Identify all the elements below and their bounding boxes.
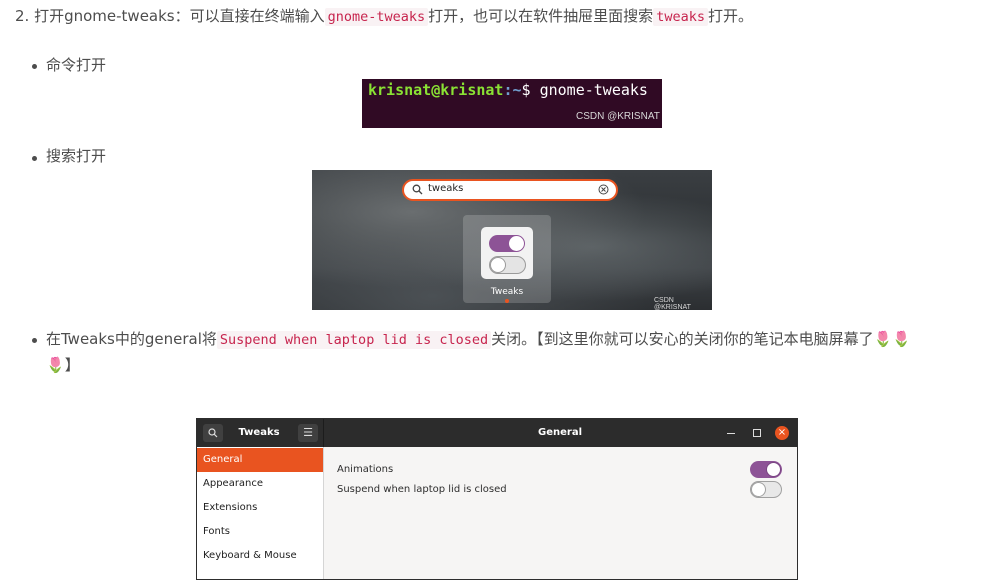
sidebar-item-fonts[interactable]: Fonts [197,520,323,544]
terminal-watermark: CSDN @KRISNAT [576,111,660,122]
search-screenshot: tweaks Tweaks CSDN @KRISNAT [312,170,712,310]
toggle-on-icon [489,235,525,252]
setting-suspend-label: Suspend when laptop lid is closed [337,484,507,495]
suspend-lid-toggle[interactable] [750,481,782,498]
sidebar: General Appearance Extensions Fonts Keyb… [197,447,324,579]
close-icon[interactable]: × [775,426,789,440]
code-tweaks: tweaks [653,8,708,26]
step2-text: 2. 打开gnome-tweaks：可以直接在终端输入 gnome-tweaks 打… [15,5,753,28]
bullet-general-cont: 🌷】 [46,354,80,376]
code-suspend: Suspend when laptop lid is closed [216,331,492,349]
tweaks-app-icon [481,227,533,279]
tweaks-app-label: Tweaks [490,287,524,297]
panel-title: General [538,427,582,438]
sidebar-item-general[interactable]: General [197,448,323,472]
tweaks-window: Tweaks ☰ General × General Appearance Ex… [196,418,798,580]
terminal-screenshot: krisnat@krisnat:~$ gnome-tweaks CSDN @KR… [362,79,662,128]
tweaks-app-result[interactable]: Tweaks [463,215,551,303]
search-watermark: CSDN @KRISNAT [654,297,691,310]
bullet-dot [32,156,37,161]
bullet-dot [32,338,37,343]
search-button[interactable] [203,424,223,442]
toggle-off-icon [489,256,526,274]
sidebar-item-extensions[interactable]: Extensions [197,496,323,520]
search-query: tweaks [428,183,464,194]
minimize-icon[interactable] [727,433,735,434]
terminal-prompt: krisnat@krisnat:~$ gnome-tweaks [368,81,648,99]
setting-animations-label: Animations [337,464,394,475]
tulip-icon: 🌷 [873,330,893,348]
code-gnome-tweaks: gnome-tweaks [324,8,429,26]
tulip-icon: 🌷 [892,330,911,348]
maximize-icon[interactable] [753,429,761,437]
search-input[interactable]: tweaks [402,179,618,201]
bullet-general: 在Tweaks中的general将 Suspend when laptop lid… [46,328,911,351]
bullet-dot [32,64,37,69]
app-title: Tweaks [238,427,280,438]
tulip-icon: 🌷 [46,356,65,374]
step2-suffix: 打开。 [707,7,753,25]
bullet-command: 命令打开 [46,56,107,74]
sidebar-item-keyboard-mouse[interactable]: Keyboard & Mouse [197,544,323,568]
title-bar: Tweaks ☰ General × [197,419,797,447]
step2-prefix: 2. 打开gnome-tweaks：可以直接在终端输入 [15,7,325,25]
search-icon [208,428,218,438]
terminal-command: gnome-tweaks [539,81,648,99]
terminal-dollar: $ [521,81,540,99]
step2-middle: 打开，也可以在软件抽屉里面搜索 [428,7,654,25]
bullet-search: 搜索打开 [46,147,107,165]
terminal-user: krisnat@krisnat [368,81,504,99]
clear-icon[interactable] [598,184,609,195]
hamburger-icon: ☰ [303,426,313,439]
general-end: 】 [64,356,80,374]
running-indicator [505,299,509,303]
general-suffix: 关闭。【到这里你就可以安心的关闭你的笔记本电脑屏幕了 [491,330,874,348]
sidebar-item-appearance[interactable]: Appearance [197,472,323,496]
terminal-path: :~ [503,81,522,99]
general-prefix: 在Tweaks中的general将 [46,330,217,348]
menu-button[interactable]: ☰ [298,424,318,442]
search-icon [412,184,423,195]
animations-toggle[interactable] [750,461,782,478]
